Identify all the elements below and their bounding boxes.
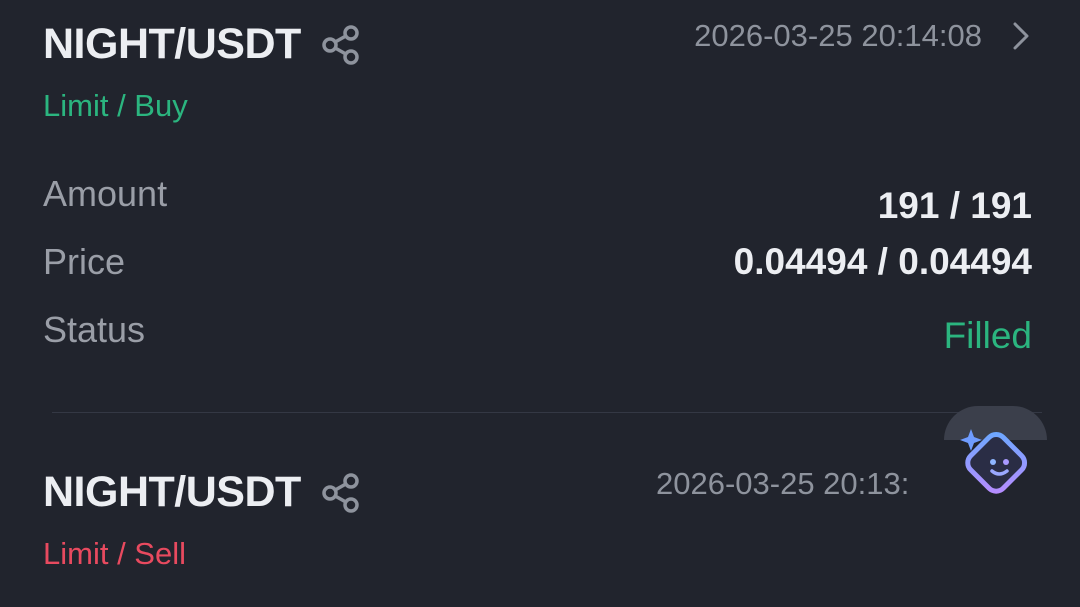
ai-assistant-button[interactable] (944, 406, 1047, 502)
ai-assistant-icon (960, 429, 1028, 494)
order-side: Limit / Buy (43, 88, 188, 123)
order-timestamp: 2026-03-25 20:14:08 (694, 18, 982, 53)
amount-label: Amount (43, 173, 168, 214)
status-value: Filled (943, 315, 1032, 356)
amount-value: 191 / 191 (877, 185, 1032, 226)
divider (52, 412, 1042, 413)
order-history-screen: NIGHT/USDT 2026-03-25 20:14:08 Limit / B… (0, 0, 1080, 607)
order-timestamp: 2026-03-25 20:13: (656, 466, 910, 501)
trading-pair: NIGHT/USDT (43, 468, 301, 516)
chevron-right-icon[interactable] (1008, 20, 1034, 52)
status-label: Status (43, 309, 146, 350)
share-icon[interactable] (321, 25, 363, 65)
share-icon[interactable] (321, 473, 363, 513)
order-side: Limit / Sell (43, 536, 186, 571)
price-value: 0.04494 / 0.04494 (733, 241, 1032, 282)
trading-pair: NIGHT/USDT (43, 20, 301, 68)
price-label: Price (43, 241, 126, 282)
